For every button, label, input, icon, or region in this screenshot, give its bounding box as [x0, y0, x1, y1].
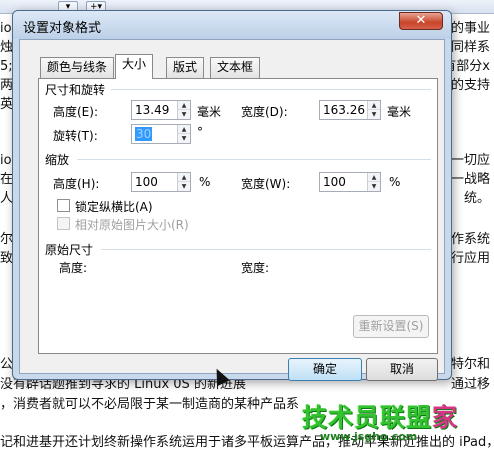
document-line-right-text: 的支持 — [450, 78, 490, 93]
dialog-client-area: 颜色与线条 大小 版式 文本框 尺寸和旋转 高度(E): 13.49 ▲ ▼ 毫米… — [19, 39, 445, 381]
tab-size[interactable]: 大小 — [115, 54, 154, 79]
original-width-label: 宽度: — [241, 261, 270, 275]
width-label: 宽度(D): — [241, 105, 288, 119]
scale-height-value: 100 — [135, 175, 158, 189]
document-line-right-text: 统。 — [463, 191, 490, 206]
scale-height-unit: % — [199, 175, 211, 189]
spin-up-icon[interactable]: ▲ — [368, 173, 380, 182]
dialog-title: 设置对象格式 — [23, 21, 102, 36]
section-divider — [101, 249, 431, 250]
spin-down-icon[interactable]: ▼ — [178, 134, 190, 143]
section-title-original-size: 原始尺寸 — [45, 243, 94, 257]
document-line-right-text: 通过移 — [450, 377, 490, 392]
height-unit: 毫米 — [197, 105, 222, 119]
scale-height-label: 高度(H): — [53, 177, 100, 191]
rotation-spinner[interactable]: 30 ▲ ▼ — [131, 124, 191, 144]
rotation-unit: ° — [197, 125, 203, 139]
size-tab-panel: 尺寸和旋转 高度(E): 13.49 ▲ ▼ 毫米 宽度(D): 163.26 ▲… — [38, 78, 438, 354]
section-divider — [77, 159, 431, 160]
spin-up-icon[interactable]: ▲ — [368, 101, 380, 110]
height-label: 高度(E): — [53, 105, 98, 119]
tab-layout[interactable]: 版式 — [166, 57, 205, 78]
tab-colors-lines[interactable]: 颜色与线条 — [40, 57, 115, 78]
width-unit: 毫米 — [387, 105, 412, 119]
spin-up-icon[interactable]: ▲ — [178, 101, 190, 110]
scale-width-label: 宽度(W): — [241, 177, 291, 191]
lock-aspect-checkbox[interactable] — [57, 199, 70, 212]
document-line-left-text: 记和进基开还计划终新操作系统运用于诸多平板运算产品，推动苹果新近推出的 iPad… — [0, 435, 494, 450]
spin-down-icon[interactable]: ▼ — [368, 110, 380, 119]
scale-height-spinner[interactable]: 100 ▲ ▼ — [131, 172, 191, 192]
watermark-url: www.jsgho.com — [320, 430, 418, 443]
format-object-dialog: 设置对象格式 ✕ 颜色与线条 大小 版式 文本框 尺寸和旋转 高度(E): 13… — [12, 10, 452, 381]
relative-original-checkbox[interactable] — [57, 217, 70, 230]
scale-width-spinner[interactable]: 100 ▲ ▼ — [319, 172, 381, 192]
height-spinner[interactable]: 13.49 ▲ ▼ — [131, 100, 191, 120]
spin-up-icon[interactable]: ▲ — [178, 125, 190, 134]
rotation-value: 30 — [135, 127, 153, 141]
height-value: 13.49 — [135, 103, 170, 117]
tab-textbox[interactable]: 文本框 — [210, 57, 261, 78]
spin-up-icon[interactable]: ▲ — [178, 173, 190, 182]
ok-button[interactable]: 确定 — [288, 358, 362, 381]
width-value: 163.26 — [323, 103, 365, 117]
width-spinner[interactable]: 163.26 ▲ ▼ — [319, 100, 381, 120]
cancel-button[interactable]: 取消 — [366, 358, 438, 381]
section-title-size-rotation: 尺寸和旋转 — [45, 83, 106, 97]
section-title-scale: 缩放 — [45, 153, 70, 167]
spin-down-icon[interactable]: ▼ — [178, 182, 190, 191]
spin-down-icon[interactable]: ▼ — [368, 182, 380, 191]
watermark-logo: 技术员联盟家 — [302, 403, 459, 432]
document-line-left-text: ，消费者就可以不必局限于某一制造商的某种产品系 — [0, 397, 300, 412]
lock-aspect-label: 锁定纵横比(A) — [75, 200, 153, 214]
spin-down-icon[interactable]: ▼ — [178, 110, 190, 119]
reset-button[interactable]: 重新设置(S) — [353, 315, 429, 338]
rotation-label: 旋转(T): — [53, 129, 98, 143]
dialog-titlebar[interactable]: 设置对象格式 ✕ — [13, 11, 451, 39]
section-divider — [111, 89, 431, 90]
close-button[interactable]: ✕ — [399, 12, 443, 30]
original-height-label: 高度: — [59, 261, 88, 275]
document-line: 记和进基开还计划终新操作系统运用于诸多平板运算产品，推动苹果新近推出的 iPad… — [0, 434, 494, 452]
scale-width-value: 100 — [323, 175, 346, 189]
scale-width-unit: % — [389, 175, 401, 189]
relative-original-label: 相对原始图片大小(R) — [75, 218, 189, 232]
